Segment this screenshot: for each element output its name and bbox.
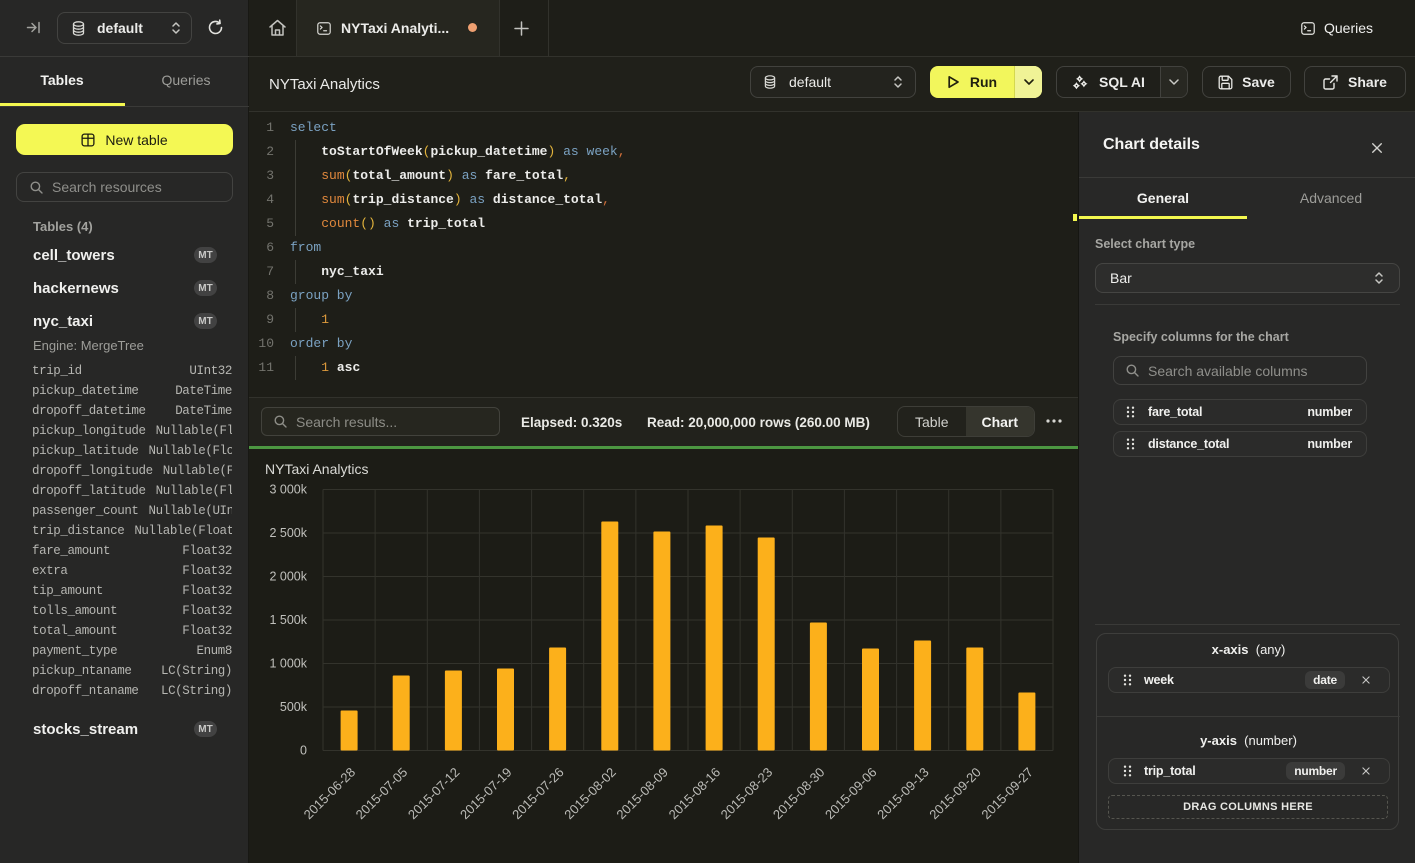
svg-text:3 000k: 3 000k	[269, 483, 307, 497]
svg-text:2015-07-19: 2015-07-19	[457, 765, 515, 823]
svg-text:2015-09-13: 2015-09-13	[874, 765, 932, 823]
svg-text:2015-07-05: 2015-07-05	[353, 765, 411, 823]
svg-text:2015-08-02: 2015-08-02	[561, 765, 619, 823]
svg-text:2 500k: 2 500k	[269, 526, 307, 540]
svg-text:2015-06-28: 2015-06-28	[301, 765, 359, 823]
svg-text:2015-09-20: 2015-09-20	[926, 765, 984, 823]
svg-text:2015-09-27: 2015-09-27	[978, 765, 1036, 823]
svg-text:2015-07-12: 2015-07-12	[405, 765, 463, 823]
svg-text:NYTaxi Analytics: NYTaxi Analytics	[265, 461, 368, 477]
svg-text:2015-07-26: 2015-07-26	[509, 765, 567, 823]
svg-text:2015-08-09: 2015-08-09	[613, 765, 671, 823]
svg-text:1 500k: 1 500k	[269, 613, 307, 627]
svg-text:2015-08-16: 2015-08-16	[666, 765, 724, 823]
svg-text:2015-09-06: 2015-09-06	[822, 765, 880, 823]
svg-text:2 000k: 2 000k	[269, 570, 307, 584]
svg-text:2015-08-30: 2015-08-30	[770, 765, 828, 823]
svg-text:1 000k: 1 000k	[269, 657, 307, 671]
svg-text:0: 0	[300, 744, 307, 758]
svg-text:2015-08-23: 2015-08-23	[718, 765, 776, 823]
svg-text:500k: 500k	[280, 700, 308, 714]
